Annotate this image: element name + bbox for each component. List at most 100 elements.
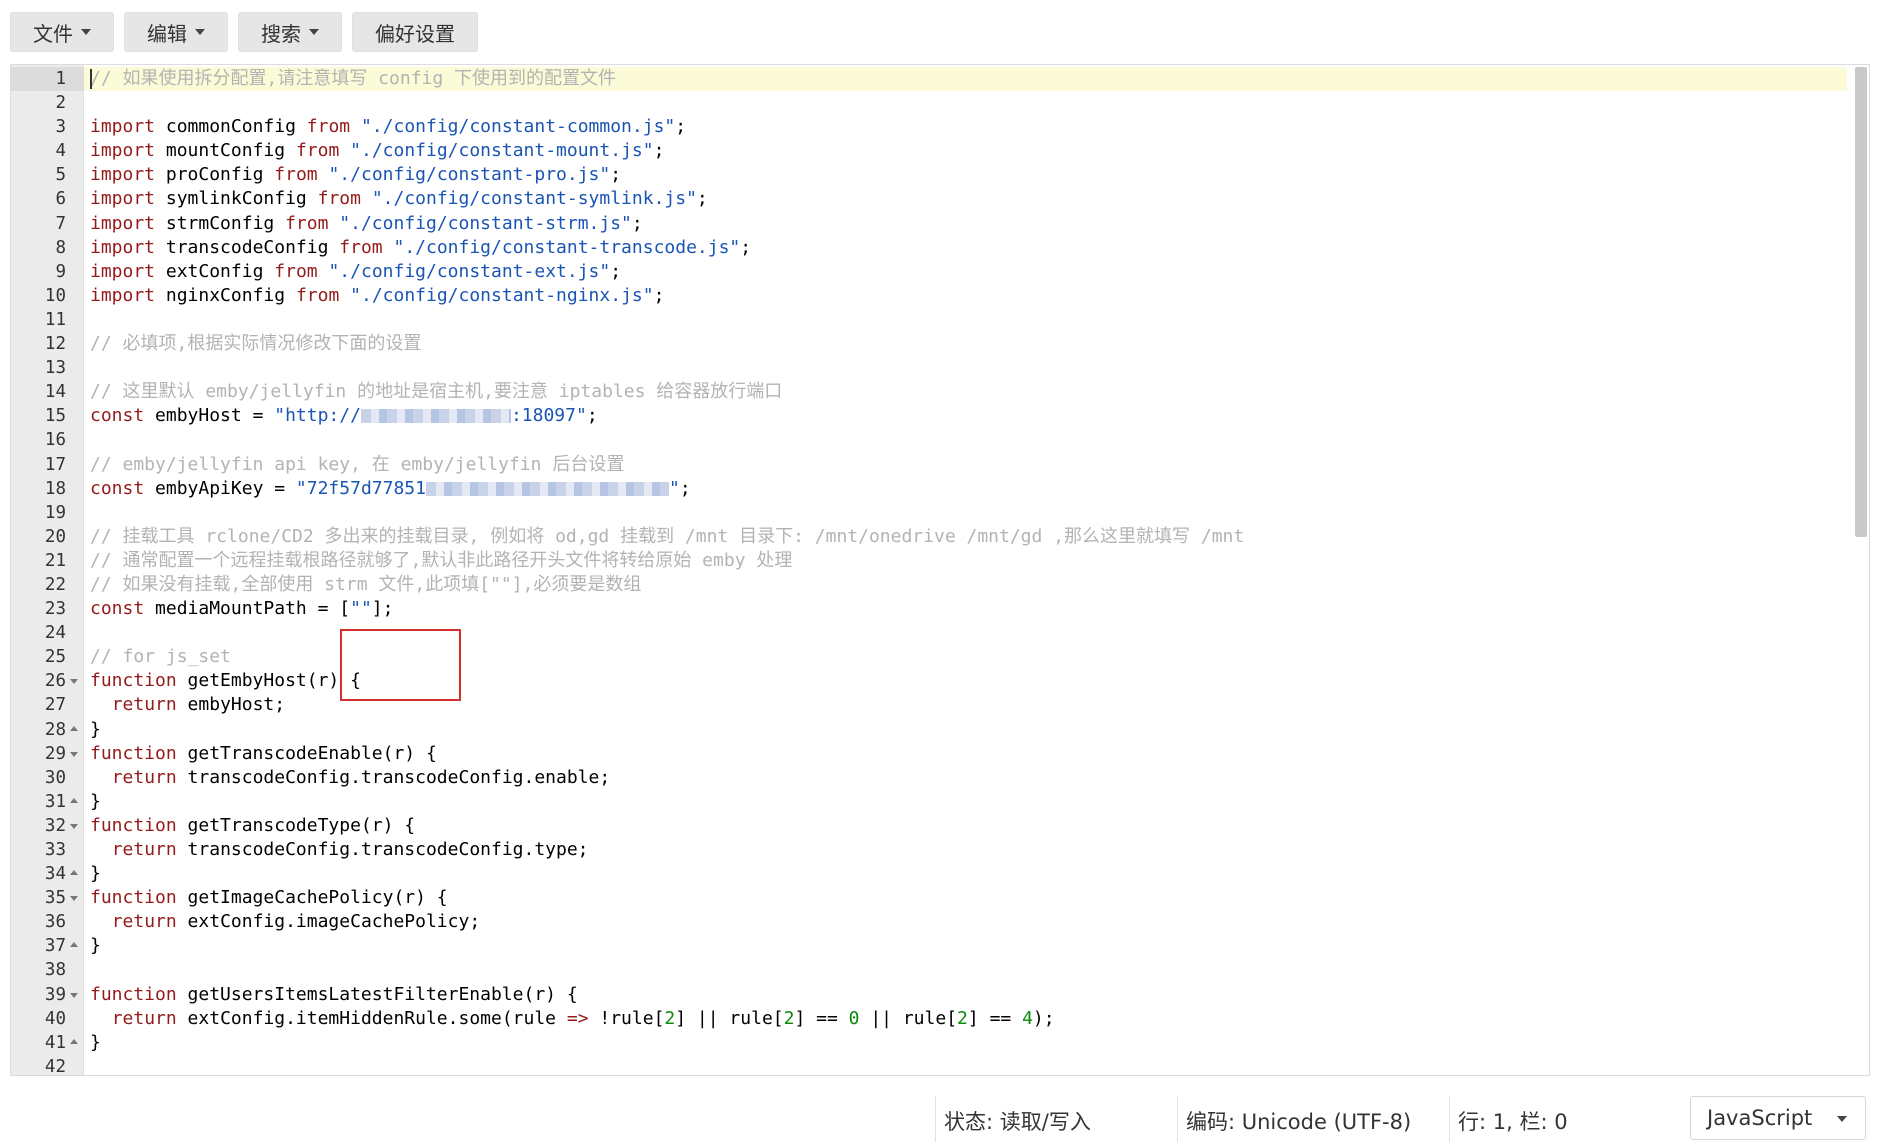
- fold-close-icon[interactable]: [70, 870, 78, 876]
- punct: ;: [653, 284, 665, 306]
- fold-close-icon[interactable]: [70, 797, 78, 803]
- fold-open-icon[interactable]: [70, 823, 78, 829]
- code-line[interactable]: 21 // 通常配置一个远程挂载根路径就够了,默认非此路径开头文件将转给原始 em…: [11, 549, 1869, 573]
- keyword: from: [285, 212, 329, 234]
- code-line[interactable]: 32 function getTranscodeType(r) {: [11, 814, 1869, 838]
- fold-open-icon[interactable]: [70, 751, 78, 757]
- preferences-button[interactable]: 偏好设置: [352, 12, 478, 52]
- code-text: }: [90, 935, 101, 957]
- code-line[interactable]: 10 import nginxConfig from "./config/cons…: [11, 284, 1869, 308]
- code-text: getUsersItemsLatestFilterEnable(r) {: [176, 983, 578, 1005]
- fold-close-icon[interactable]: [70, 725, 78, 731]
- edit-menu-button[interactable]: 编辑: [124, 12, 228, 52]
- line-number: 1: [55, 69, 66, 89]
- code-line[interactable]: 41}: [11, 1031, 1869, 1055]
- code-line[interactable]: 42: [11, 1055, 1869, 1075]
- code-line[interactable]: 22 // 如果没有挂载,全部使用 strm 文件,此项填[""],必须要是数组: [11, 573, 1869, 597]
- code-line[interactable]: 13: [11, 356, 1869, 380]
- line-number: 30: [44, 767, 66, 788]
- code-line[interactable]: 38: [11, 958, 1869, 982]
- line-number: 36: [44, 912, 66, 933]
- punct: ];: [371, 598, 394, 620]
- string: "72f57d77851: [295, 477, 426, 499]
- fold-open-icon[interactable]: [70, 679, 78, 685]
- file-menu-button[interactable]: 文件: [10, 12, 114, 52]
- code-line[interactable]: 36 return extConfig.imageCachePolicy;: [11, 910, 1869, 934]
- string: "./config/constant-transcode.js": [393, 236, 741, 258]
- code-line[interactable]: 19: [11, 501, 1869, 525]
- string: :18097": [510, 405, 587, 427]
- code-line[interactable]: 17 // emby/jellyfin api key, 在 emby/jelly…: [11, 453, 1869, 477]
- code-line[interactable]: 33 return transcodeConfig.transcodeConfi…: [11, 838, 1869, 862]
- code-line[interactable]: 16: [11, 428, 1869, 452]
- fold-open-icon[interactable]: [70, 992, 78, 998]
- status-state: 状态: 读取/写入: [944, 1110, 1091, 1134]
- code-line[interactable]: 1 // 如果使用拆分配置,请注意填写 config 下使用到的配置文件: [11, 67, 1869, 92]
- fold-open-icon[interactable]: [70, 896, 78, 902]
- code-line[interactable]: 34}: [11, 862, 1869, 886]
- keyword: from: [295, 140, 340, 162]
- line-number: 41: [44, 1032, 66, 1053]
- code-line[interactable]: 37}: [11, 934, 1869, 958]
- identifier: extConfig: [165, 260, 264, 282]
- code-line[interactable]: 30 return transcodeConfig.transcodeConfi…: [11, 766, 1869, 790]
- code-line[interactable]: 12 // 必填项,根据实际情况修改下面的设置: [11, 332, 1869, 356]
- fold-close-icon[interactable]: [70, 942, 78, 948]
- code-line[interactable]: 23 const mediaMountPath = [""];: [11, 597, 1869, 621]
- code-line[interactable]: 8 import transcodeConfig from "./config/c…: [11, 236, 1869, 260]
- code-line[interactable]: 25 // for js_set: [11, 645, 1869, 669]
- line-number: 13: [44, 358, 66, 379]
- line-number: 25: [44, 647, 66, 668]
- code-line[interactable]: 5 import proConfig from "./config/constan…: [11, 163, 1869, 187]
- code-editor[interactable]: 1 // 如果使用拆分配置,请注意填写 config 下使用到的配置文件 2 3 i…: [10, 64, 1870, 1076]
- identifier: strmConfig: [165, 212, 275, 234]
- line-number: 21: [44, 550, 66, 571]
- language-select[interactable]: JavaScript: [1690, 1096, 1866, 1140]
- string: "./config/constant-nginx.js": [350, 284, 654, 306]
- code-line[interactable]: 24: [11, 621, 1869, 645]
- keyword: from: [306, 116, 351, 138]
- line-number: 3: [55, 117, 66, 138]
- search-menu-button[interactable]: 搜索: [238, 12, 342, 52]
- line-number: 33: [44, 840, 66, 860]
- code-line[interactable]: 39 function getUsersItemsLatestFilterEnab…: [11, 983, 1869, 1007]
- code-line[interactable]: 29 function getTranscodeEnable(r) {: [11, 742, 1869, 766]
- code-line[interactable]: 11: [11, 308, 1869, 332]
- fold-close-icon[interactable]: [70, 1038, 78, 1044]
- code-line[interactable]: 27 return embyHost;: [11, 693, 1869, 717]
- punct: ;: [679, 477, 691, 499]
- code-line[interactable]: 9 import extConfig from "./config/constan…: [11, 260, 1869, 284]
- code-line[interactable]: 7 import strmConfig from "./config/consta…: [11, 212, 1869, 236]
- code-line[interactable]: 35 function getImageCachePolicy(r) {: [11, 886, 1869, 910]
- line-number: 39: [44, 984, 66, 1005]
- code-line[interactable]: 15 const embyHost = "http://:18097";: [11, 404, 1869, 428]
- text-cursor: [90, 69, 92, 89]
- code-line[interactable]: 31}: [11, 790, 1869, 814]
- line-number: 37: [44, 936, 66, 957]
- punct: ;: [675, 116, 687, 138]
- comment: // 如果使用拆分配置,请注意填写 config 下使用到的配置文件: [90, 68, 617, 89]
- line-number: 7: [55, 213, 66, 234]
- line-number: 22: [44, 574, 66, 595]
- code-line[interactable]: 4 import mountConfig from "./config/const…: [11, 139, 1869, 163]
- keyword: function: [90, 887, 177, 909]
- code-line[interactable]: 18 const embyApiKey = "72f57d77851 ";: [11, 477, 1869, 501]
- keyword: return: [111, 1007, 177, 1029]
- code-text: getImageCachePolicy(r) {: [176, 887, 448, 909]
- keyword: const: [90, 405, 145, 427]
- line-number: 29: [44, 743, 66, 764]
- line-number: 17: [44, 454, 66, 475]
- identifier: embyApiKey =: [155, 477, 296, 499]
- keyword: function: [90, 670, 177, 692]
- keyword: from: [274, 260, 318, 282]
- code-line[interactable]: 14 // 这里默认 emby/jellyfin 的地址是宿主机,要注意 ipta…: [11, 380, 1869, 404]
- code-line[interactable]: 2: [11, 91, 1869, 115]
- code-text: }: [90, 790, 101, 812]
- code-line[interactable]: 40 return extConfig.itemHiddenRule.some(…: [11, 1007, 1869, 1031]
- code-line[interactable]: 3 import commonConfig from "./config/cons…: [11, 115, 1869, 139]
- code-line[interactable]: 26 function getEmbyHost(r) {: [11, 669, 1869, 693]
- line-number: 11: [44, 309, 66, 330]
- code-line[interactable]: 6 import symlinkConfig from "./config/con…: [11, 187, 1869, 211]
- code-line[interactable]: 20 // 挂载工具 rclone/CD2 多出来的挂载目录, 例如将 od,gd…: [11, 525, 1869, 549]
- code-line[interactable]: 28}: [11, 718, 1869, 742]
